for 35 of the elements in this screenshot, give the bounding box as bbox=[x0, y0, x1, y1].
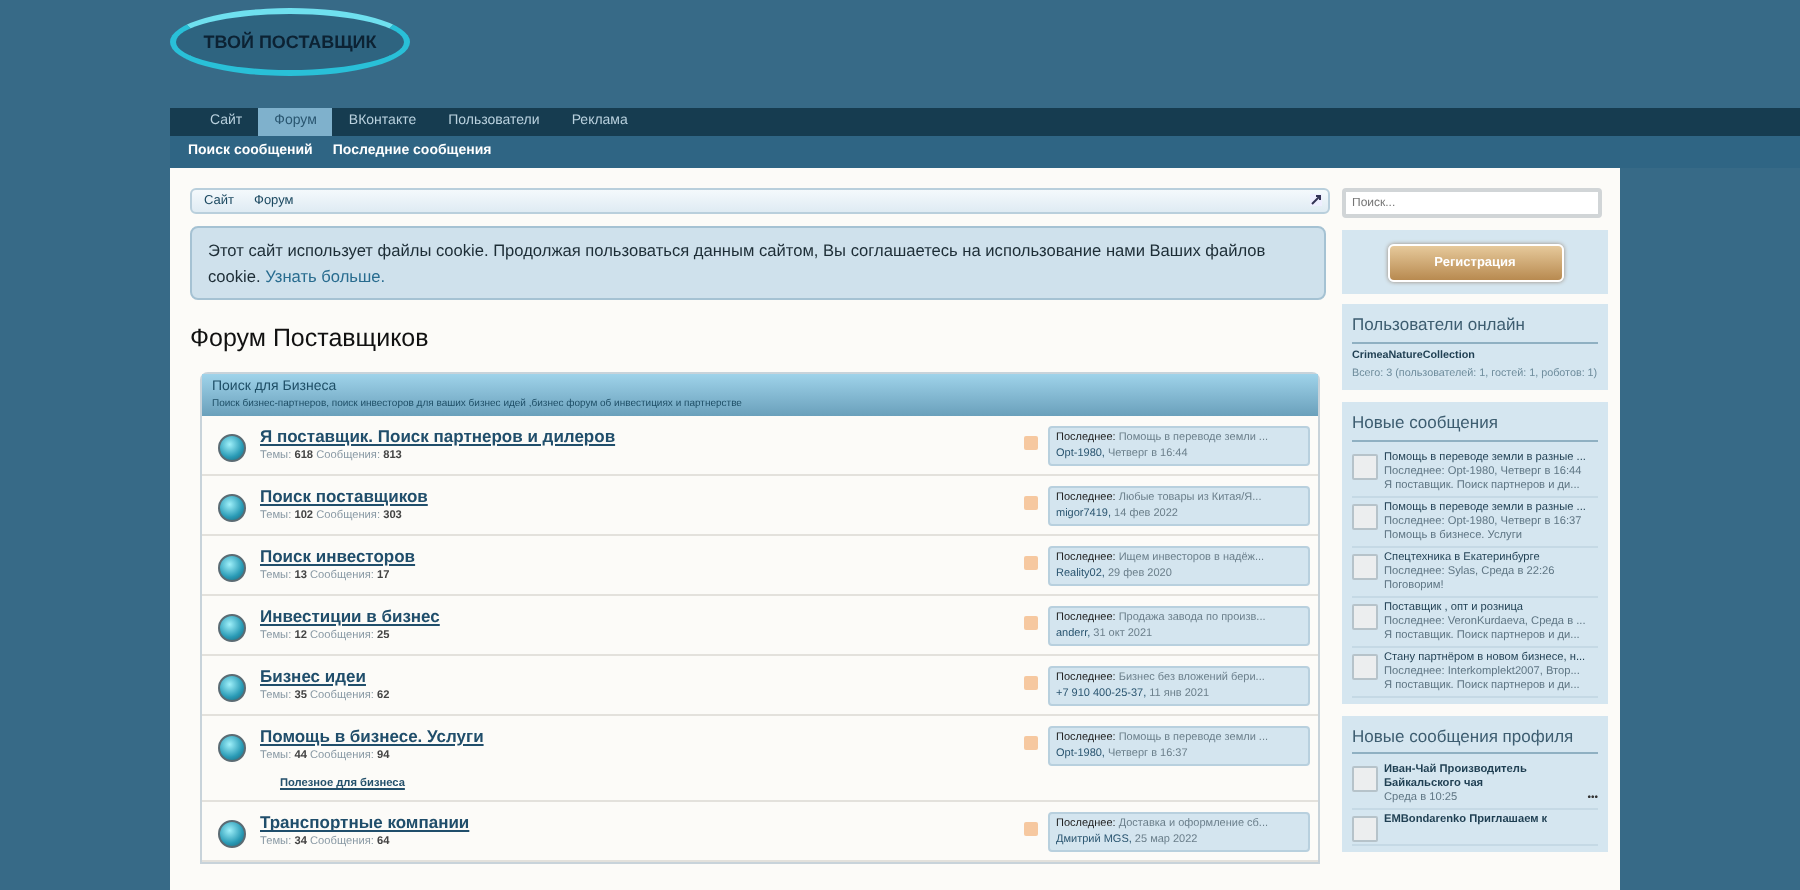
sidebar-heading: Новые сообщения профиля bbox=[1352, 723, 1598, 755]
forum-status-icon bbox=[218, 494, 246, 522]
avatar-placeholder[interactable] bbox=[1352, 603, 1378, 629]
sidebar-heading: Пользователи онлайн bbox=[1352, 312, 1598, 344]
jump-icon[interactable] bbox=[1310, 194, 1322, 206]
page-title: Форум Поставщиков bbox=[190, 324, 431, 354]
forum-title[interactable]: Инвестиции в бизнес bbox=[260, 606, 1024, 628]
rss-icon[interactable] bbox=[1024, 556, 1038, 570]
forum-status-icon bbox=[218, 734, 246, 762]
forum-status-icon bbox=[218, 434, 246, 462]
forum-status-icon bbox=[218, 674, 246, 702]
rss-icon[interactable] bbox=[1024, 616, 1038, 630]
avatar-placeholder[interactable] bbox=[1352, 553, 1378, 579]
rss-icon[interactable] bbox=[1024, 676, 1038, 690]
avatar-placeholder[interactable] bbox=[1352, 503, 1378, 529]
forum-title[interactable]: Бизнес идеи bbox=[260, 666, 1024, 688]
forum-title[interactable]: Помощь в бизнесе. Услуги bbox=[260, 726, 1024, 748]
avatar-placeholder[interactable] bbox=[1352, 653, 1378, 679]
cookie-notice: Этот сайт использует файлы cookie. Продолжая пользоваться данным сайтом, Вы соглашаетесь на использование нами Ваших файлов cookie. Узнать больше. bbox=[190, 226, 1326, 300]
forum-status-icon bbox=[218, 554, 246, 582]
forum-status-icon bbox=[218, 820, 246, 849]
forum-title[interactable]: Поиск инвесторов bbox=[260, 546, 1024, 568]
rss-icon[interactable] bbox=[1024, 822, 1038, 837]
sidebar-heading: Новые сообщения bbox=[1352, 409, 1598, 441]
learn-more-link[interactable]: Узнать больше. bbox=[265, 265, 386, 285]
forum-title[interactable]: Поиск поставщиков bbox=[260, 486, 1024, 508]
forum-title[interactable]: Транспортные компании bbox=[260, 812, 1024, 835]
avatar-placeholder[interactable] bbox=[1352, 766, 1378, 793]
avatar-placeholder[interactable] bbox=[1352, 816, 1378, 843]
avatar-placeholder[interactable] bbox=[1352, 453, 1378, 479]
rss-icon[interactable] bbox=[1024, 436, 1038, 450]
rss-icon[interactable] bbox=[1024, 496, 1038, 510]
rss-icon[interactable] bbox=[1024, 736, 1038, 750]
forum-title[interactable]: Я поставщик. Поиск партнеров и дилеров bbox=[260, 426, 1024, 448]
forum-status-icon bbox=[218, 614, 246, 642]
